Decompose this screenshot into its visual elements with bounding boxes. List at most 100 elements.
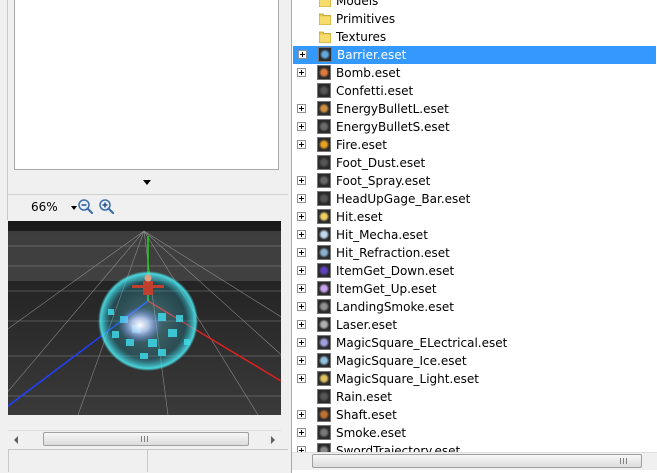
folder-icon: [318, 12, 332, 26]
scroll-left-icon[interactable]: [8, 431, 25, 448]
tree-horizontal-scrollbar[interactable]: [292, 452, 657, 470]
expand-icon[interactable]: [297, 122, 306, 131]
tree-file-row[interactable]: EnergyBulletL.eset: [292, 100, 657, 118]
effect-thumbnail-icon: [317, 263, 331, 278]
expand-icon[interactable]: [297, 230, 306, 239]
scroll-grip-icon: [141, 436, 149, 442]
tree-file-row[interactable]: ItemGet_Down.eset: [292, 262, 657, 280]
expand-icon[interactable]: [298, 50, 307, 59]
effect-thumbnail-icon: [317, 389, 331, 404]
tree-item-label: Confetti.eset: [336, 84, 414, 98]
tree-item-label: MagicSquare_ELectrical.eset: [336, 336, 508, 350]
tree-item-label: Fire.eset: [336, 138, 387, 152]
collapse-arrow-icon[interactable]: [143, 180, 151, 185]
effect-preview-viewport[interactable]: [8, 221, 281, 415]
tree-folder-row[interactable]: Primitives: [292, 10, 657, 28]
file-tree: Models Primitives Textures Barrier.eset Bomb…: [292, 0, 657, 473]
tree-file-row[interactable]: Smoke.eset: [292, 424, 657, 442]
expand-icon[interactable]: [297, 428, 306, 437]
tree-file-row[interactable]: Shaft.eset: [292, 406, 657, 424]
expand-icon[interactable]: [297, 194, 306, 203]
expand-icon[interactable]: [297, 104, 306, 113]
tree-file-row[interactable]: Confetti.eset: [292, 82, 657, 100]
effect-thumbnail-icon: [317, 191, 331, 206]
tree-file-row[interactable]: MagicSquare_Ice.eset: [292, 352, 657, 370]
tree-file-row[interactable]: MagicSquare_Light.eset: [292, 370, 657, 388]
tree-file-row[interactable]: ItemGet_Up.eset: [292, 280, 657, 298]
tree-file-row[interactable]: Laser.eset: [292, 316, 657, 334]
tree-file-row[interactable]: MagicSquare_ELectrical.eset: [292, 334, 657, 352]
effect-thumbnail-icon: [318, 47, 332, 62]
expand-icon[interactable]: [297, 68, 306, 77]
expand-icon[interactable]: [297, 410, 306, 419]
viewport-horizontal-scrollbar[interactable]: [8, 430, 281, 448]
tree-item-label: ItemGet_Down.eset: [336, 264, 455, 278]
zoom-out-icon[interactable]: [77, 198, 95, 216]
tree-item-label: Foot_Spray.eset: [336, 174, 431, 188]
tree-item-label: ItemGet_Up.eset: [336, 282, 437, 296]
expand-icon[interactable]: [297, 176, 306, 185]
tree-file-row[interactable]: Barrier.eset: [293, 46, 656, 64]
left-pane: 66%: [0, 0, 290, 473]
expand-icon[interactable]: [297, 302, 306, 311]
tree-file-row[interactable]: EnergyBulletS.eset: [292, 118, 657, 136]
status-cell: [8, 449, 148, 472]
tree-file-row[interactable]: HeadUpGage_Bar.eset: [292, 190, 657, 208]
tree-item-label: Shaft.eset: [336, 408, 397, 422]
tree-item-label: Laser.eset: [336, 318, 398, 332]
tree-item-label: Foot_Dust.eset: [336, 156, 426, 170]
tree-file-row[interactable]: Foot_Spray.eset: [292, 172, 657, 190]
tree-file-row[interactable]: Bomb.eset: [292, 64, 657, 82]
effect-thumbnail-icon: [317, 281, 331, 296]
panel-splitter[interactable]: [7, 194, 288, 195]
status-cell: [147, 449, 290, 472]
tree-file-row[interactable]: Fire.eset: [292, 136, 657, 154]
scroll-thumb[interactable]: [312, 454, 642, 468]
folder-icon: [318, 0, 332, 8]
tree-file-row[interactable]: Foot_Dust.eset: [292, 154, 657, 172]
tree-item-label: Rain.eset: [336, 390, 392, 404]
expand-icon[interactable]: [297, 212, 306, 221]
expand-icon[interactable]: [297, 248, 306, 257]
tree-item-label: Hit.eset: [336, 210, 383, 224]
expand-icon[interactable]: [297, 338, 306, 347]
effect-thumbnail-icon: [317, 65, 331, 80]
zoom-in-icon[interactable]: [98, 198, 116, 216]
effect-thumbnail-icon: [317, 317, 331, 332]
tree-item-label: MagicSquare_Ice.eset: [336, 354, 467, 368]
scroll-left-icon[interactable]: [292, 453, 309, 470]
effect-thumbnail-icon: [317, 101, 331, 116]
expand-icon[interactable]: [297, 284, 306, 293]
tree-item-label: HeadUpGage_Bar.eset: [336, 192, 471, 206]
effect-thumbnail-icon: [317, 227, 331, 242]
tree-item-label: EnergyBulletS.eset: [336, 120, 450, 134]
effect-thumbnail-icon: [317, 119, 331, 134]
tree-file-row[interactable]: LandingSmoke.eset: [292, 298, 657, 316]
tree-item-label: Hit_Refraction.eset: [336, 246, 450, 260]
effect-thumbnail-icon: [317, 335, 331, 350]
expand-icon[interactable]: [297, 266, 306, 275]
scroll-thumb[interactable]: [43, 432, 249, 446]
effect-thumbnail-icon: [317, 83, 331, 98]
tree-item-label: Hit_Mecha.eset: [336, 228, 428, 242]
expand-icon[interactable]: [297, 356, 306, 365]
status-bar: [8, 449, 290, 473]
tree-file-row[interactable]: Hit_Mecha.eset: [292, 226, 657, 244]
tree-file-row[interactable]: Hit_Refraction.eset: [292, 244, 657, 262]
folder-icon: [318, 30, 332, 44]
scroll-right-icon[interactable]: [264, 431, 281, 448]
effect-thumbnail-icon: [317, 371, 331, 386]
effect-thumbnail-icon: [317, 155, 331, 170]
tree-file-row[interactable]: Hit.eset: [292, 208, 657, 226]
tree-folder-row[interactable]: Textures: [292, 28, 657, 46]
effect-thumbnail-icon: [317, 425, 331, 440]
effect-thumbnail-icon: [317, 353, 331, 368]
expand-icon[interactable]: [297, 374, 306, 383]
zoom-toolbar: 66%: [7, 196, 288, 220]
tree-folder-row[interactable]: Models: [292, 0, 657, 10]
expand-icon[interactable]: [297, 320, 306, 329]
tree-file-row[interactable]: Rain.eset: [292, 388, 657, 406]
expand-icon[interactable]: [297, 140, 306, 149]
tree-item-label: Smoke.eset: [336, 426, 407, 440]
left-edge-divider: [7, 0, 8, 220]
